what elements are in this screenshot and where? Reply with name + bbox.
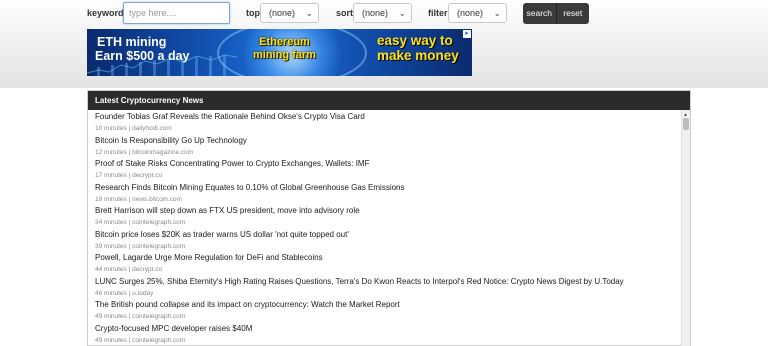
news-meta: 19 minutes | news.bitcoin.com (95, 195, 182, 203)
news-title[interactable]: Bitcoin price loses $20K as trader warns… (95, 230, 349, 240)
news-meta: 10 minutes | dailyhodl.com (95, 125, 172, 132)
news-item[interactable]: Research Finds Bitcoin Mining Equates to… (95, 183, 405, 204)
news-panel-header: Latest Cryptocurrency News (88, 91, 690, 110)
news-scrollbar[interactable]: ▲ (681, 110, 690, 346)
news-title[interactable]: Brett Harrison will step down as FTX US … (95, 206, 360, 216)
chevron-down-icon: ⌄ (493, 8, 501, 18)
news-meta: 12 minutes | bitcoinmagazine.com (95, 148, 194, 156)
reset-button[interactable]: reset (555, 3, 590, 24)
chevron-down-icon: ⌄ (305, 8, 313, 18)
banner-right-line1: easy way to (377, 33, 453, 48)
search-button[interactable]: search (523, 3, 556, 24)
news-title[interactable]: Powell, Lagarde Urge More Regulation for… (95, 253, 323, 263)
news-meta: 39 minutes | cointelegraph.com (95, 242, 186, 250)
news-item[interactable]: Powell, Lagarde Urge More Regulation for… (95, 253, 323, 274)
banner-right-line2: make money (377, 48, 459, 63)
news-title[interactable]: Bitcoin Is Responsibility Go Up Technolo… (95, 136, 247, 146)
news-title[interactable]: Research Finds Bitcoin Mining Equates to… (95, 183, 405, 193)
filter-label: filter (428, 8, 448, 18)
top-select-value: (none) (269, 8, 296, 18)
banner-mid-line1: Ethereum (259, 36, 310, 48)
news-meta: 49 minutes | cointelegraph.com (95, 313, 186, 320)
news-item[interactable]: Crypto-focused MPC developer raises $40M… (95, 324, 252, 345)
news-meta: 44 minutes | decrypt.co (95, 266, 163, 273)
filter-select[interactable]: (none) ⌄ (448, 3, 507, 23)
news-item[interactable]: Bitcoin Is Responsibility Go Up Technolo… (95, 136, 247, 157)
sort-select-value: (none) (362, 8, 389, 18)
news-item[interactable]: The British pound collapse and its impac… (95, 300, 400, 321)
news-item[interactable]: Brett Harrison will step down as FTX US … (95, 206, 360, 227)
news-item[interactable]: Bitcoin price loses $20K as trader warns… (95, 230, 349, 251)
news-list: Founder Tobias Graf Reveals the Rational… (88, 110, 682, 346)
search-row: keywords top (none) ⌄ sort (none) ⌄ filt… (0, 2, 768, 26)
top-label: top (246, 8, 260, 18)
scroll-thumb[interactable] (683, 118, 689, 130)
keywords-input[interactable] (123, 2, 230, 24)
news-meta: 17 minutes | decrypt.co (95, 172, 163, 179)
ad-choices-icon[interactable]: ▸ (463, 30, 471, 38)
news-item[interactable]: LUNC Surges 25%, Shiba Eternity's High R… (95, 277, 624, 298)
banner-mid-text: Ethereum mining farm (253, 36, 316, 62)
news-meta: 34 minutes | cointelegraph.com (95, 219, 186, 226)
news-title[interactable]: Proof of Stake Risks Concentrating Power… (95, 159, 369, 169)
news-title[interactable]: Crypto-focused MPC developer raises $40M (95, 324, 252, 334)
news-title[interactable]: The British pound collapse and its impac… (95, 300, 400, 310)
news-meta: 49 minutes | cointelegraph.com (95, 336, 186, 344)
news-title[interactable]: Founder Tobias Graf Reveals the Rational… (95, 112, 365, 122)
banner-mid-line2: mining farm (253, 49, 316, 61)
sort-label: sort (336, 8, 354, 18)
news-item[interactable]: Founder Tobias Graf Reveals the Rational… (95, 112, 365, 133)
banner-left-line2: Earn $500 a day (95, 49, 190, 63)
ad-banner[interactable]: ETH mining Earn $500 a day Ethereum mini… (87, 29, 472, 76)
banner-left-text: ETH mining Earn $500 a day (95, 35, 190, 63)
chevron-down-icon: ⌄ (398, 8, 406, 18)
news-panel: Latest Cryptocurrency News Founder Tobia… (87, 90, 691, 346)
banner-right-text: easy way to make money (377, 33, 459, 63)
sort-select[interactable]: (none) ⌄ (353, 3, 412, 23)
news-meta: 46 minutes | u.today (95, 289, 154, 297)
search-button-group: search reset (523, 3, 589, 24)
filter-select-value: (none) (457, 8, 484, 18)
top-toolbar: keywords top (none) ⌄ sort (none) ⌄ filt… (0, 0, 768, 88)
banner-left-line1: ETH mining (97, 35, 167, 49)
top-select[interactable]: (none) ⌄ (260, 3, 319, 23)
news-item[interactable]: Proof of Stake Risks Concentrating Power… (95, 159, 369, 180)
news-title[interactable]: LUNC Surges 25%, Shiba Eternity's High R… (95, 277, 624, 287)
